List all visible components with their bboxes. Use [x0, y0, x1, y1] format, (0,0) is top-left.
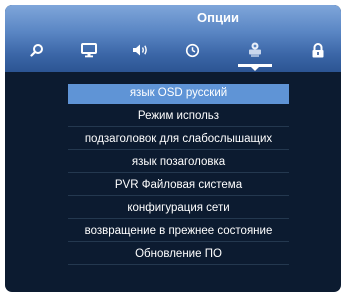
- tab-lock[interactable]: [297, 32, 339, 68]
- options-icon: [249, 42, 261, 57]
- menu-item-usage-mode[interactable]: Режим использ: [68, 107, 289, 127]
- category-tabs: [5, 32, 341, 71]
- tab-picture[interactable]: [68, 32, 110, 68]
- speaker-icon: [132, 44, 147, 56]
- menu-item-software-update[interactable]: Обновление ПО: [68, 245, 289, 265]
- options-menu: язык OSD русский Режим использ подзаголо…: [68, 84, 289, 268]
- tv-menu-screen: Опции язык OSD русский Режим использ под…: [5, 5, 341, 292]
- lock-icon: [312, 42, 324, 57]
- monitor-icon: [81, 42, 97, 57]
- clock-icon: [185, 43, 199, 57]
- tab-time[interactable]: [171, 32, 213, 68]
- menu-title: Опции: [197, 10, 239, 25]
- search-icon: [30, 44, 43, 57]
- menu-item-osd-language[interactable]: язык OSD русский: [68, 84, 289, 104]
- menu-item-hearing-impaired[interactable]: подзаголовок для слабослышащих: [68, 130, 289, 150]
- menu-item-subtitle-language[interactable]: язык позаголовка: [68, 153, 289, 173]
- menu-item-pvr-file-system[interactable]: PVR Файловая система: [68, 176, 289, 196]
- menu-item-restore-defaults[interactable]: возвращение в прежнее состояние: [68, 222, 289, 242]
- menu-header: Опции: [5, 5, 341, 72]
- tab-search[interactable]: [16, 32, 58, 68]
- tab-sound[interactable]: [119, 32, 161, 68]
- menu-item-network-config[interactable]: конфигурация сети: [68, 199, 289, 219]
- tab-options[interactable]: [234, 32, 276, 71]
